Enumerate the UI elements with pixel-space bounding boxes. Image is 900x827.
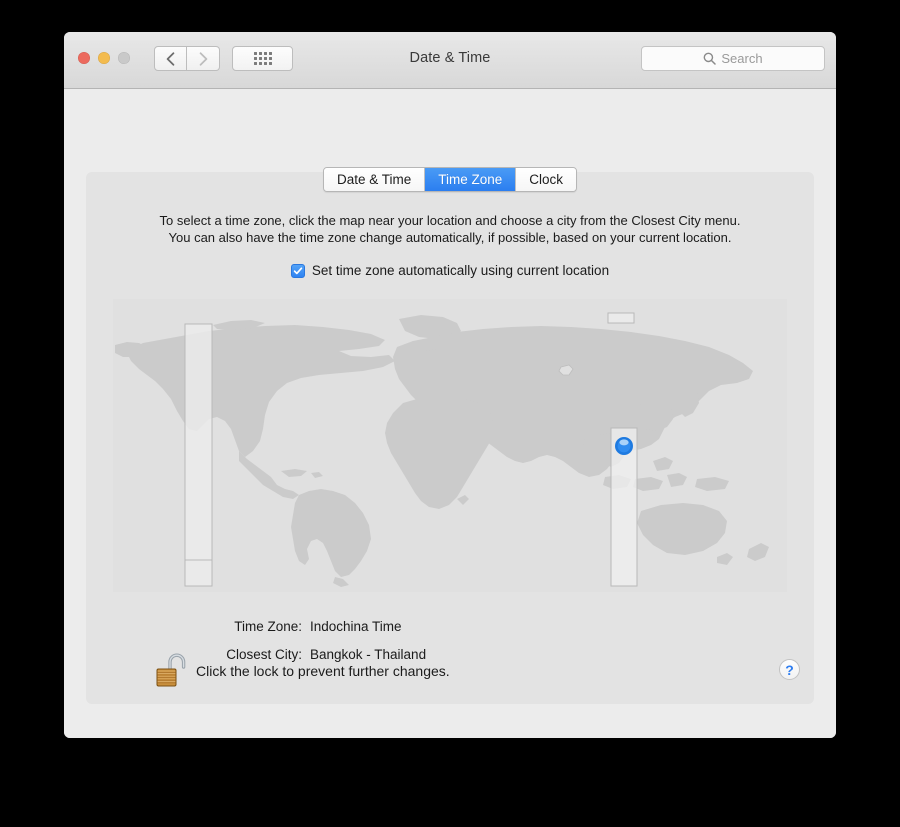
lock-button[interactable] (152, 650, 186, 690)
description-line-1: To select a time zone, click the map nea… (159, 213, 741, 228)
auto-timezone-label: Set time zone automatically using curren… (311, 263, 610, 278)
window-footer: Click the lock to prevent further change… (64, 649, 836, 738)
help-button[interactable]: ? (779, 659, 800, 680)
time-zone-value: Indochina Time (310, 619, 402, 634)
timezone-band-polar-fragment (607, 312, 635, 324)
description-line-2: You can also have the time zone change a… (168, 230, 732, 245)
tab-time-zone[interactable]: Time Zone (425, 168, 517, 191)
search-icon (703, 52, 717, 65)
checkmark-icon (293, 266, 303, 274)
help-question-icon: ? (785, 661, 794, 678)
search-placeholder: Search (721, 51, 763, 66)
time-zone-label: Time Zone: (234, 619, 302, 634)
world-map-svg (113, 299, 787, 592)
timezone-band-left-lower (184, 559, 213, 587)
timezone-band-left (184, 323, 213, 561)
lock-description-text: Click the lock to prevent further change… (196, 663, 450, 679)
world-timezone-map[interactable] (113, 299, 787, 592)
auto-timezone-row[interactable]: Set time zone automatically using curren… (86, 263, 814, 278)
info-row-time-zone: Time Zone: Indochina Time (86, 619, 814, 634)
window-body: To select a time zone, click the map nea… (64, 89, 836, 738)
timezone-panel: To select a time zone, click the map nea… (86, 172, 814, 704)
search-input[interactable]: Search (641, 46, 825, 71)
tab-bar: Date & Time Time Zone Clock (64, 167, 836, 192)
unlocked-padlock-icon (156, 653, 186, 687)
tab-clock[interactable]: Clock (516, 168, 577, 191)
tab-group: Date & Time Time Zone Clock (322, 167, 578, 192)
location-pin-marker[interactable] (615, 437, 633, 455)
panel-description: To select a time zone, click the map nea… (86, 212, 814, 246)
auto-timezone-checkbox[interactable] (290, 263, 305, 278)
window-titlebar: Date & Time Search (64, 32, 836, 89)
pin-highlight (619, 439, 629, 446)
tab-date-time[interactable]: Date & Time (323, 168, 426, 191)
date-time-preferences-window: Date & Time Search To select a time zone… (64, 32, 836, 738)
